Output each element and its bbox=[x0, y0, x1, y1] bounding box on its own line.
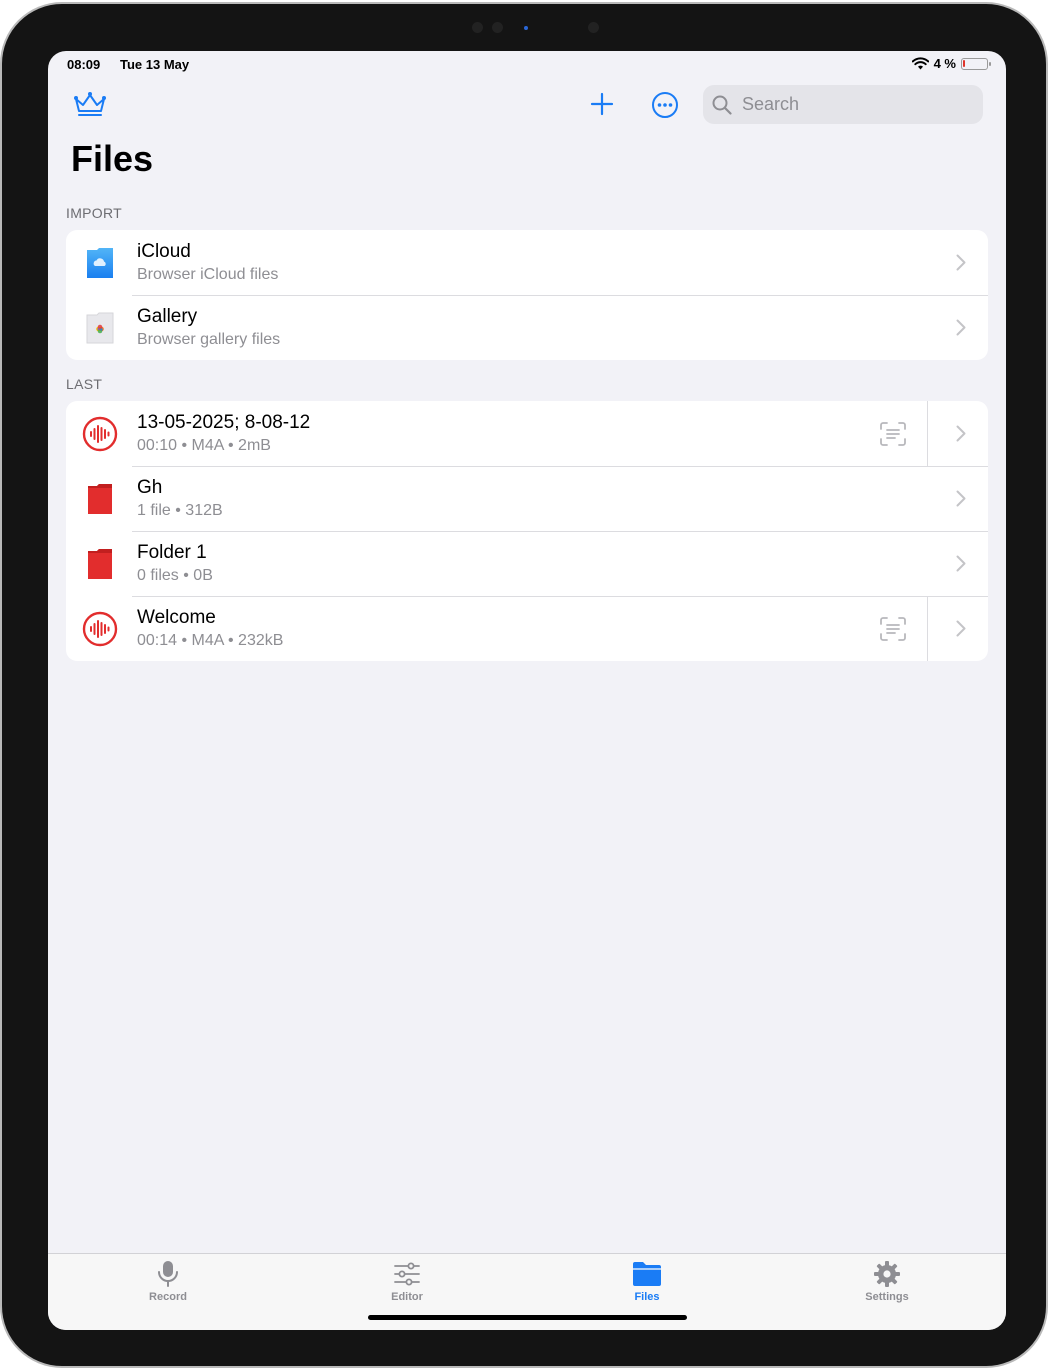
row-title: iCloud bbox=[137, 241, 191, 262]
premium-button[interactable] bbox=[72, 89, 108, 119]
tab-record[interactable]: Record bbox=[108, 1260, 228, 1303]
folder-icon bbox=[633, 1262, 661, 1286]
list-item-welcome[interactable]: Welcome 00:14 • M4A • 232kB bbox=[66, 596, 988, 661]
icloud-folder-icon bbox=[82, 245, 118, 281]
battery-fill bbox=[963, 59, 965, 67]
row-title: Gallery bbox=[137, 306, 198, 327]
row-divider bbox=[927, 596, 928, 661]
section-label-last: LAST bbox=[66, 376, 103, 392]
row-subtitle: 00:10 • M4A • 2mB bbox=[137, 437, 271, 454]
row-title: 13-05-2025; 8-08-12 bbox=[137, 412, 311, 433]
tab-files[interactable]: Files bbox=[587, 1260, 707, 1303]
photos-icon bbox=[82, 310, 118, 346]
status-date: Tue 13 May bbox=[120, 57, 190, 72]
list-item-folder-1[interactable]: Folder 1 0 files • 0B bbox=[66, 531, 988, 596]
search-icon bbox=[712, 95, 732, 115]
import-list: iCloud Browser iCloud files Gallery Brow… bbox=[66, 230, 988, 360]
tab-label: Files bbox=[634, 1291, 660, 1303]
search-bar[interactable] bbox=[703, 85, 983, 124]
sliders-icon bbox=[394, 1262, 420, 1286]
battery-icon bbox=[961, 57, 991, 70]
microphone-icon bbox=[158, 1261, 178, 1287]
gear-icon bbox=[874, 1261, 900, 1287]
status-right: 4 % bbox=[911, 56, 991, 71]
camera-area bbox=[472, 18, 602, 38]
transcript-icon[interactable] bbox=[880, 422, 906, 446]
row-subtitle: Browser gallery files bbox=[137, 331, 281, 348]
battery-percent: 4 % bbox=[933, 56, 956, 71]
waveform-icon bbox=[82, 611, 118, 647]
list-item-folder-gh[interactable]: Gh 1 file • 312B bbox=[66, 466, 988, 531]
recent-list: 13-05-2025; 8-08-12 00:10 • M4A • 2mB Gh… bbox=[66, 401, 988, 661]
plus-icon bbox=[590, 92, 614, 116]
waveform-icon bbox=[82, 416, 118, 452]
list-item-icloud[interactable]: iCloud Browser iCloud files bbox=[66, 230, 988, 295]
folder-icon bbox=[82, 546, 118, 582]
tab-label: Editor bbox=[391, 1291, 423, 1303]
home-indicator[interactable] bbox=[368, 1315, 687, 1320]
row-subtitle: Browser iCloud files bbox=[137, 266, 279, 283]
folder-icon bbox=[82, 481, 118, 517]
row-title: Gh bbox=[137, 477, 163, 498]
row-subtitle: 0 files • 0B bbox=[137, 567, 213, 584]
chevron-right-icon bbox=[956, 555, 966, 572]
status-bar: 08:09 Tue 13 May 4 % bbox=[48, 51, 1006, 79]
chevron-right-icon bbox=[956, 490, 966, 507]
row-subtitle: 1 file • 312B bbox=[137, 502, 223, 519]
page-title: Files bbox=[71, 138, 154, 179]
row-title: Folder 1 bbox=[137, 542, 207, 563]
tab-editor[interactable]: Editor bbox=[347, 1260, 467, 1303]
tab-settings[interactable]: Settings bbox=[827, 1260, 947, 1303]
app-screen: 08:09 Tue 13 May 4 % Search Files IMPORT… bbox=[48, 51, 1006, 1330]
wifi-icon bbox=[911, 57, 929, 70]
row-divider bbox=[927, 401, 928, 466]
list-item-gallery[interactable]: Gallery Browser gallery files bbox=[66, 295, 988, 360]
chevron-right-icon bbox=[956, 319, 966, 336]
transcript-icon[interactable] bbox=[880, 617, 906, 641]
ellipsis-circle-icon bbox=[652, 92, 678, 118]
status-time: 08:09 bbox=[67, 57, 101, 72]
search-input[interactable] bbox=[740, 93, 964, 116]
crown-icon bbox=[74, 92, 106, 116]
row-title: Welcome bbox=[137, 607, 216, 628]
chevron-right-icon bbox=[956, 254, 966, 271]
device-frame: 08:09 Tue 13 May 4 % Search Files IMPORT… bbox=[2, 4, 1046, 1366]
list-item-recording[interactable]: 13-05-2025; 8-08-12 00:10 • M4A • 2mB bbox=[66, 401, 988, 466]
tab-label: Record bbox=[149, 1291, 187, 1303]
section-label-import: IMPORT bbox=[66, 205, 122, 221]
tab-label: Settings bbox=[865, 1291, 909, 1303]
row-subtitle: 00:14 • M4A • 232kB bbox=[137, 632, 284, 649]
chevron-right-icon[interactable] bbox=[956, 620, 966, 637]
more-button[interactable] bbox=[649, 89, 681, 121]
chevron-right-icon[interactable] bbox=[956, 425, 966, 442]
add-button[interactable] bbox=[587, 89, 617, 119]
